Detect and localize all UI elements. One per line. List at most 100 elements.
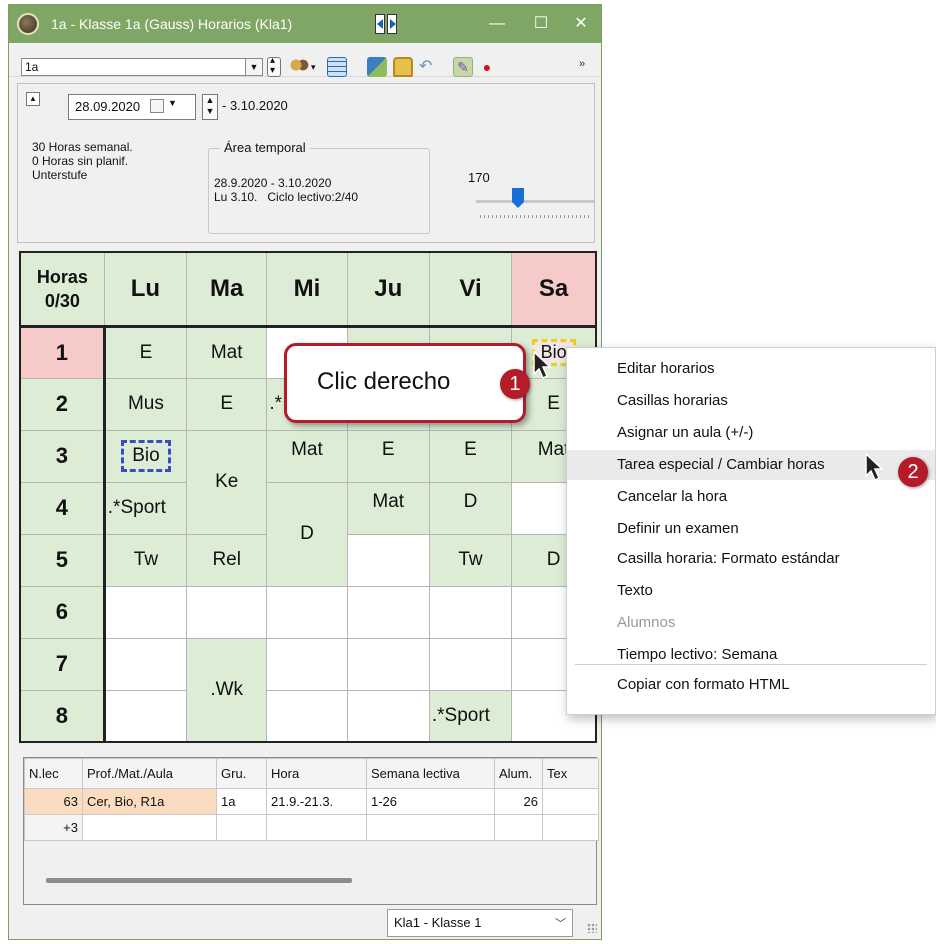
lesson-cell[interactable]: E xyxy=(186,377,268,431)
lesson-cell[interactable]: .*Sport xyxy=(428,689,513,743)
day-header-vi[interactable]: Vi xyxy=(428,251,513,328)
table-cell[interactable] xyxy=(216,814,267,841)
period-number[interactable]: 6 xyxy=(19,585,106,639)
menu-item-define-exam[interactable]: Definir un examen xyxy=(567,514,935,544)
menu-item-copy-html[interactable]: Copiar con formato HTML xyxy=(567,670,935,700)
minimize-button[interactable]: — xyxy=(477,11,517,37)
column-header[interactable]: N.lec xyxy=(24,758,83,789)
chevron-down-icon[interactable]: ▼ xyxy=(245,58,263,76)
period-number[interactable]: 7 xyxy=(19,637,106,691)
lesson-cell[interactable]: E xyxy=(103,325,188,379)
date-stepper[interactable]: ▲ ▼ xyxy=(202,94,218,120)
previous-arrow-icon[interactable] xyxy=(375,14,385,34)
period-number[interactable]: 1 xyxy=(19,325,106,379)
pin-icon[interactable]: ● xyxy=(477,57,497,77)
empty-cell[interactable] xyxy=(266,585,348,639)
menu-item-time-slots[interactable]: Casillas horarias xyxy=(567,386,935,416)
table-cell[interactable] xyxy=(266,814,367,841)
table-row[interactable]: 63 Cer, Bio, R1a 1a 21.9.-21.3. 1-26 26 xyxy=(24,788,599,815)
lesson-cell[interactable]: Bio xyxy=(103,429,188,483)
dropdown-arrow-icon[interactable]: ▾ xyxy=(311,57,319,77)
column-header[interactable]: Hora xyxy=(266,758,367,789)
table-cell[interactable] xyxy=(494,814,543,841)
empty-cell[interactable] xyxy=(186,585,268,639)
chevron-down-icon[interactable]: ▼ xyxy=(168,98,177,108)
undo-icon[interactable]: ↶ xyxy=(419,57,439,77)
column-header[interactable]: Semana lectiva xyxy=(366,758,495,789)
empty-cell[interactable] xyxy=(103,585,188,639)
table-cell[interactable]: 1-26 xyxy=(366,788,495,815)
lesson-cell[interactable]: E xyxy=(428,429,513,483)
menu-item-standard-format[interactable]: Casilla horaria: Formato estándar xyxy=(567,544,935,574)
maximize-button[interactable]: ☐ xyxy=(521,11,561,37)
table-cell[interactable]: 26 xyxy=(494,788,543,815)
lesson-cell[interactable]: Mat xyxy=(346,481,430,535)
save-icon[interactable] xyxy=(367,57,387,77)
lesson-cell[interactable]: Mat xyxy=(186,325,268,379)
table-cell[interactable] xyxy=(366,814,495,841)
lesson-cell[interactable]: E xyxy=(346,429,430,483)
column-header[interactable]: Gru. xyxy=(216,758,267,789)
empty-cell[interactable] xyxy=(346,533,430,587)
period-number[interactable]: 3 xyxy=(19,429,106,483)
day-header-ma[interactable]: Ma xyxy=(186,251,268,328)
table-cell[interactable] xyxy=(542,788,599,815)
lesson-cell[interactable]: D xyxy=(266,481,348,587)
zoom-slider-thumb[interactable] xyxy=(512,188,524,208)
menu-item-text[interactable]: Texto xyxy=(567,576,935,606)
class-dropdown[interactable]: Kla1 - Klasse 1 xyxy=(387,909,573,937)
lesson-cell[interactable]: .*Sport xyxy=(103,481,188,535)
next-arrow-icon[interactable] xyxy=(387,14,397,34)
toolbar-overflow-icon[interactable]: » xyxy=(579,57,599,77)
column-header[interactable]: Prof./Mat./Aula xyxy=(82,758,217,789)
table-cell[interactable]: 21.9.-21.3. xyxy=(266,788,367,815)
empty-cell[interactable] xyxy=(346,585,430,639)
chevron-down-icon[interactable]: ﹀ xyxy=(555,915,566,931)
period-number[interactable]: 2 xyxy=(19,377,106,431)
day-header-sa[interactable]: Sa xyxy=(511,251,597,328)
menu-item-edit-timetables[interactable]: Editar horarios xyxy=(567,354,935,384)
grid-icon[interactable] xyxy=(327,57,347,77)
marked-lesson-label[interactable]: Bio xyxy=(121,440,171,472)
horizontal-scrollbar[interactable] xyxy=(46,878,352,883)
empty-cell[interactable] xyxy=(346,637,430,691)
lesson-cell[interactable]: .Wk xyxy=(186,637,268,743)
lesson-cell[interactable]: Tw xyxy=(103,533,188,587)
day-header-mi[interactable]: Mi xyxy=(266,251,348,328)
title-bar[interactable]: 1a - Klasse 1a (Gauss) Horarios (Kla1) —… xyxy=(9,5,601,43)
empty-cell[interactable] xyxy=(266,637,348,691)
table-row[interactable]: +3 xyxy=(24,814,599,841)
menu-item-teaching-time[interactable]: Tiempo lectivo: Semana xyxy=(567,640,935,670)
period-number[interactable]: 4 xyxy=(19,481,106,535)
day-header-lu[interactable]: Lu xyxy=(103,251,188,328)
column-header[interactable]: Tex xyxy=(542,758,599,789)
lesson-cell[interactable]: Mat xyxy=(266,429,348,483)
collapse-icon[interactable]: ▲ xyxy=(26,92,40,106)
period-number[interactable]: 5 xyxy=(19,533,106,587)
table-cell[interactable] xyxy=(542,814,599,841)
lock-icon[interactable] xyxy=(393,57,413,77)
period-number[interactable]: 8 xyxy=(19,689,106,743)
spin-icon[interactable] xyxy=(267,55,281,77)
brush-icon[interactable]: ✎ xyxy=(453,57,473,77)
lesson-cell[interactable]: D xyxy=(428,481,513,535)
resize-grip[interactable] xyxy=(587,923,597,933)
empty-cell[interactable] xyxy=(103,689,188,743)
calendar-icon[interactable] xyxy=(150,99,164,113)
more-rows-label[interactable]: +3 xyxy=(24,814,83,841)
day-header-ju[interactable]: Ju xyxy=(346,251,430,328)
table-cell[interactable]: 1a xyxy=(216,788,267,815)
close-button[interactable]: ✕ xyxy=(561,11,601,37)
empty-cell[interactable] xyxy=(103,637,188,691)
empty-cell[interactable] xyxy=(346,689,430,743)
lesson-cell[interactable]: Ke xyxy=(186,429,268,535)
lesson-number[interactable]: 63 xyxy=(24,788,83,815)
table-cell[interactable] xyxy=(82,814,217,841)
zoom-slider-track[interactable] xyxy=(476,200,594,203)
menu-item-cancel-lesson[interactable]: Cancelar la hora xyxy=(567,482,935,512)
empty-cell[interactable] xyxy=(428,585,513,639)
column-header[interactable]: Alum. xyxy=(494,758,543,789)
lesson-cell[interactable]: Tw xyxy=(428,533,513,587)
table-cell[interactable]: Cer, Bio, R1a xyxy=(82,788,217,815)
empty-cell[interactable] xyxy=(428,637,513,691)
